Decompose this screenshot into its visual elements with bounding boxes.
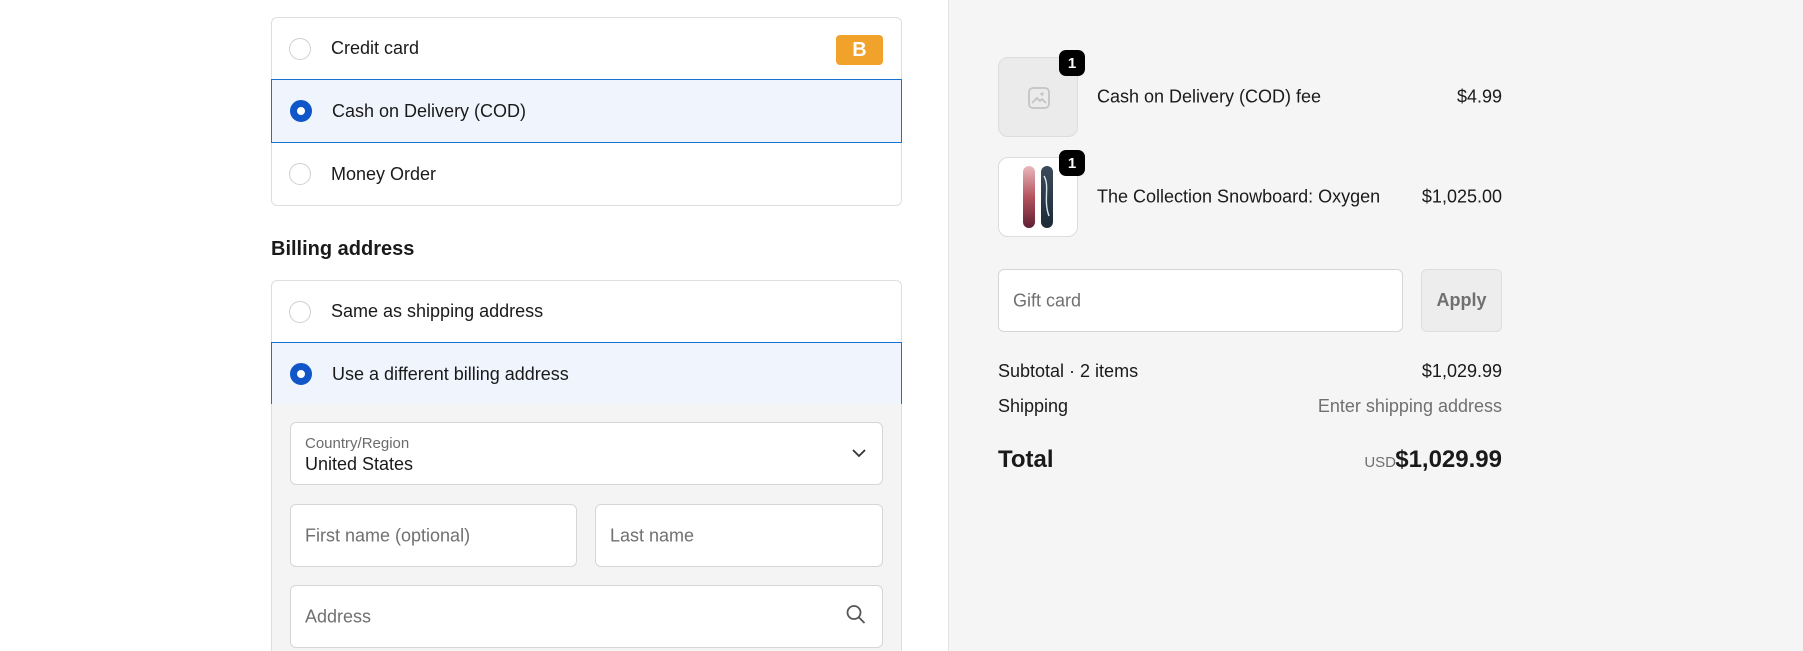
first-name-field[interactable]: First name (optional) xyxy=(290,504,577,567)
billing-option-same[interactable]: Same as shipping address xyxy=(272,281,901,343)
last-name-field[interactable]: Last name xyxy=(595,504,883,567)
total-value: $1,029.99 xyxy=(1395,446,1502,473)
line-item: 1 The Collection Snowboard: Oxygen $1,02… xyxy=(998,150,1502,237)
shipping-row: Shipping Enter shipping address xyxy=(998,396,1502,417)
checkout-main-panel: Credit card B Cash on Delivery (COD) Mon… xyxy=(0,0,948,651)
subtotal-label: Subtotal · 2 items xyxy=(998,361,1139,381)
gift-card-input[interactable]: Gift card xyxy=(998,269,1403,332)
item-name: Cash on Delivery (COD) fee xyxy=(1097,86,1322,107)
subtotal-value: $1,029.99 xyxy=(1421,361,1502,381)
quantity-badge: 1 xyxy=(1059,50,1085,76)
country-select[interactable]: Country/Region United States xyxy=(290,422,883,485)
payment-option-money-order[interactable]: Money Order xyxy=(272,143,901,205)
payment-option-cod[interactable]: Cash on Delivery (COD) xyxy=(271,79,902,143)
radio-cod[interactable] xyxy=(290,100,312,122)
line-item: 1 Cash on Delivery (COD) fee $4.99 xyxy=(998,50,1502,137)
quantity-badge: 1 xyxy=(1059,150,1085,176)
billing-address-group: Same as shipping address Use a different… xyxy=(271,280,902,407)
billing-address-form: Country/Region United States First name … xyxy=(271,404,902,651)
radio-credit-card[interactable] xyxy=(289,37,311,60)
payment-option-credit-card[interactable]: Credit card B xyxy=(272,18,901,80)
payment-method-group: Credit card B Cash on Delivery (COD) Mon… xyxy=(271,17,902,206)
radio-money-order[interactable] xyxy=(289,163,311,185)
chevron-down-icon xyxy=(852,445,866,463)
product-thumbnail: 1 xyxy=(998,150,1085,237)
billing-address-heading: Billing address xyxy=(271,238,415,260)
shipping-label: Shipping xyxy=(998,396,1069,416)
last-name-placeholder: Last name xyxy=(610,525,695,545)
payment-option-label: Money Order xyxy=(331,163,437,184)
radio-same-address[interactable] xyxy=(289,300,311,323)
billing-option-label: Same as shipping address xyxy=(331,301,544,321)
gift-card-placeholder: Gift card xyxy=(1013,290,1082,310)
item-name: The Collection Snowboard: Oxygen xyxy=(1097,186,1381,207)
item-price: $4.99 xyxy=(1456,86,1502,107)
item-price: $1,025.00 xyxy=(1421,186,1502,207)
address-placeholder: Address xyxy=(305,606,372,626)
payment-option-label: Credit card xyxy=(331,38,420,58)
billing-option-different[interactable]: Use a different billing address xyxy=(271,342,902,406)
country-label: Country/Region xyxy=(305,435,410,452)
product-thumbnail: 1 xyxy=(998,50,1085,137)
total-label: Total xyxy=(998,446,1054,473)
payment-option-label: Cash on Delivery (COD) xyxy=(332,100,527,121)
image-placeholder-icon xyxy=(1027,86,1051,115)
address-field[interactable]: Address xyxy=(290,585,883,648)
snowboard-image xyxy=(1021,164,1057,235)
subtotal-row: Subtotal · 2 items $1,029.99 xyxy=(998,361,1502,382)
card-brand-badge: B xyxy=(836,35,883,65)
apply-button[interactable]: Apply xyxy=(1421,269,1502,332)
first-name-placeholder: First name (optional) xyxy=(305,525,471,545)
currency-code: USD xyxy=(1364,454,1396,471)
radio-different-address[interactable] xyxy=(290,363,312,385)
billing-option-label: Use a different billing address xyxy=(332,363,569,384)
shipping-value: Enter shipping address xyxy=(1317,396,1502,416)
search-icon xyxy=(846,604,866,629)
country-value: United States xyxy=(305,454,414,474)
